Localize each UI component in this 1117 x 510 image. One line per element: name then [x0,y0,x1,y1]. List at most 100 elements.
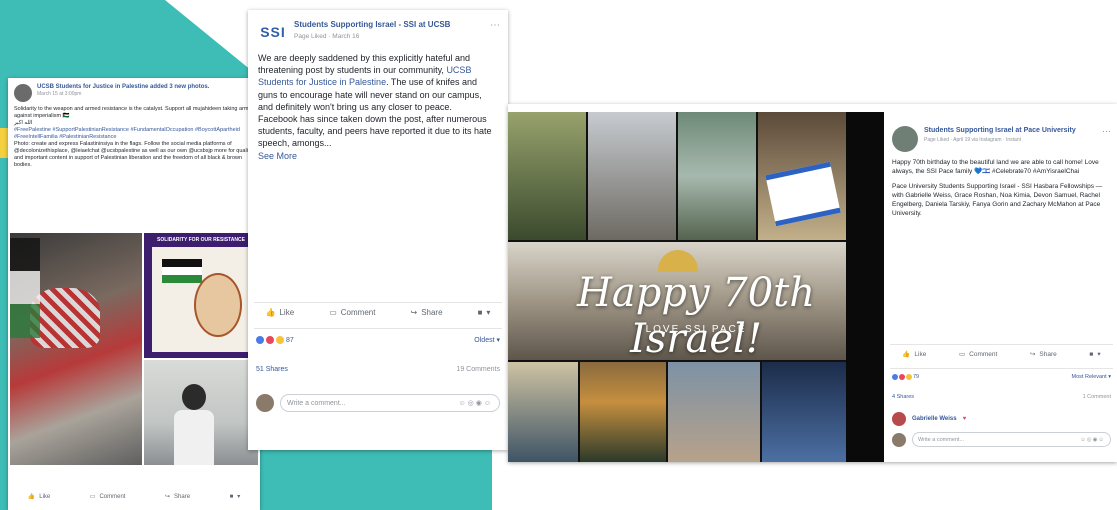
audience-selector[interactable]: ■ ▾ [1089,350,1101,359]
share-comment-counts: 51 Shares 19 Comments [256,366,500,373]
comment-sort-dropdown[interactable]: Most Relevant ▾ [1072,374,1111,380]
chevron-down-icon: ▾ [1108,374,1111,380]
heart-icon: ♥ [962,416,967,422]
comment-icon: ▭ [89,494,96,500]
chevron-down-icon: ▾ [237,494,241,500]
share-button[interactable]: ↪ Share [1029,350,1057,359]
profile-icon: ■ [229,493,234,500]
reaction-summary[interactable]: 79 [892,374,919,380]
comment-button[interactable]: ▭ Comment [958,350,997,359]
commenter-name[interactable]: Gabrielle Weiss [912,416,957,422]
teal-bottom-block [250,445,492,510]
collage-title: Happy 70th Israel! [577,270,815,360]
like-reaction-icon [256,336,264,344]
share-icon: ↪ [165,494,171,500]
page-name-link[interactable]: Students Supporting Israel at Pace Unive… [924,126,1096,135]
collage-photo[interactable]: Happy 70th Israel! LOVE SSI PACE [508,112,884,462]
post-body-tags: Pace University Students Supporting Isra… [892,183,1103,217]
collage-cell [678,112,756,240]
share-button[interactable]: ↪ Share [410,308,442,317]
collage-cell [762,362,846,462]
share-icon: ↪ [1029,351,1036,358]
user-avatar[interactable] [892,432,906,447]
reactions-row: 79 Most Relevant ▾ [892,374,1111,380]
love-reaction-icon [899,374,905,380]
comment-sort-dropdown[interactable]: Oldest ▾ [474,336,500,344]
page-avatar[interactable] [892,126,918,152]
shares-count[interactable]: 4 Shares [892,394,914,400]
comment-icon: ▭ [958,351,966,358]
collage-city-banner: Happy 70th Israel! LOVE SSI PACE [508,242,884,360]
post-actions: 👍 Like ▭ Comment ↪ Share ■ ▾ [8,493,260,501]
post-body-paragraph: Facebook has since taken down the post, … [258,114,492,149]
collage-cell [588,112,676,240]
post-ssi-pace: Happy 70th Israel! LOVE SSI PACE Student… [508,104,1117,462]
photo-masked-figure[interactable] [10,233,142,465]
post-time[interactable]: March 15 at 3:00pm [37,91,254,97]
audience-selector[interactable]: ■ ▾ [478,308,491,317]
post-time[interactable]: Page Liked · April 19 via Instagram · In… [924,137,1096,143]
emoji-icons[interactable]: ☺◎◉☺ [1080,437,1105,443]
collage-cell [580,362,666,462]
user-avatar[interactable] [256,394,274,412]
chevron-down-icon: ▾ [1097,351,1101,358]
post-hashtags[interactable]: #FreePalestine #SupportPalestinianResist… [14,127,254,141]
thumbs-up-icon: 👍 [27,494,36,500]
share-button[interactable]: ↪ Share [165,493,190,501]
thumbs-up-icon: 👍 [902,351,911,358]
share-comment-counts: 4 Shares 1 Comment [892,394,1111,400]
photo-caption: SOLIDARITY FOR OUR RESISTANCE [157,237,245,243]
post-ucsb-sjp: UCSB Students for Justice in Palestine a… [8,78,260,510]
page-avatar[interactable] [14,84,32,102]
shares-count[interactable]: 51 Shares [256,366,288,373]
collage-subtitle: LOVE SSI PACE [645,324,747,335]
audience-selector[interactable]: ■ ▾ [229,493,241,501]
collage-cell [758,112,846,240]
comment-input[interactable]: Write a comment... ☺◎◉☺ [912,432,1111,447]
photo-person[interactable] [144,360,258,465]
post-actions: 👍 Like ▭ Comment ↪ Share ■ ▾ [886,350,1117,359]
emoji-icons[interactable]: ☺◎◉☺ [458,399,493,407]
post-body-line: Solidarity to the weapon and armed resis… [14,106,252,119]
collage-cell [508,362,578,462]
post-side-panel: Students Supporting Israel at Pace Unive… [886,112,1117,462]
love-reaction-icon [266,336,274,344]
photo-drawing[interactable]: SOLIDARITY FOR OUR RESISTANCE [144,233,258,358]
chevron-down-icon: ▾ [486,308,491,317]
comment-button[interactable]: ▭ Comment [89,493,126,501]
comment-button[interactable]: ▭ Comment [329,308,375,317]
collage-cell [668,362,760,462]
post-body: We are deeply saddened by this explicitl… [248,48,508,166]
collage-black-strip [846,112,884,462]
like-button[interactable]: 👍 Like [27,493,51,501]
profile-icon: ■ [1089,350,1094,358]
see-more-link[interactable]: See More [258,150,498,162]
chevron-down-icon: ▾ [496,337,500,344]
like-button[interactable]: 👍 Like [266,308,295,317]
ssi-logo[interactable]: SSI [258,20,288,44]
comment-input[interactable]: Write a comment... ☺◎◉☺ [280,394,500,412]
post-body-line: Photo: create and express Falastininsiya… [14,141,253,168]
like-button[interactable]: 👍 Like [902,350,926,359]
reaction-summary[interactable]: 87 [256,336,294,344]
commenter-avatar[interactable] [892,412,906,426]
collage-cell [508,112,586,240]
profile-icon: ■ [477,308,483,317]
comment-icon: ▭ [329,308,337,317]
wow-reaction-icon [906,374,912,380]
comment-item: Gabrielle Weiss ♥ [892,412,1111,426]
comments-count[interactable]: 1 Comment [1083,394,1111,400]
post-actions: 👍 Like ▭ Comment ↪ Share ■ ▾ [248,308,508,317]
share-icon: ↪ [410,308,418,317]
post-ssi-ucsb: SSI Students Supporting Israel - SSI at … [248,10,508,450]
wow-reaction-icon [276,336,284,344]
post-body-arabic: الله اكبر [14,120,33,126]
more-options-icon[interactable]: ⋯ [1102,126,1111,137]
comments-count[interactable]: 19 Comments [456,366,500,373]
more-options-icon[interactable]: ⋯ [490,20,500,31]
thumbs-up-icon: 👍 [265,308,276,317]
post-header[interactable]: UCSB Students for Justice in Palestine a… [37,84,254,91]
post-time[interactable]: Page Liked · March 16 [294,33,484,40]
like-reaction-icon [892,374,898,380]
page-name-link[interactable]: Students Supporting Israel - SSI at UCSB [294,20,484,30]
